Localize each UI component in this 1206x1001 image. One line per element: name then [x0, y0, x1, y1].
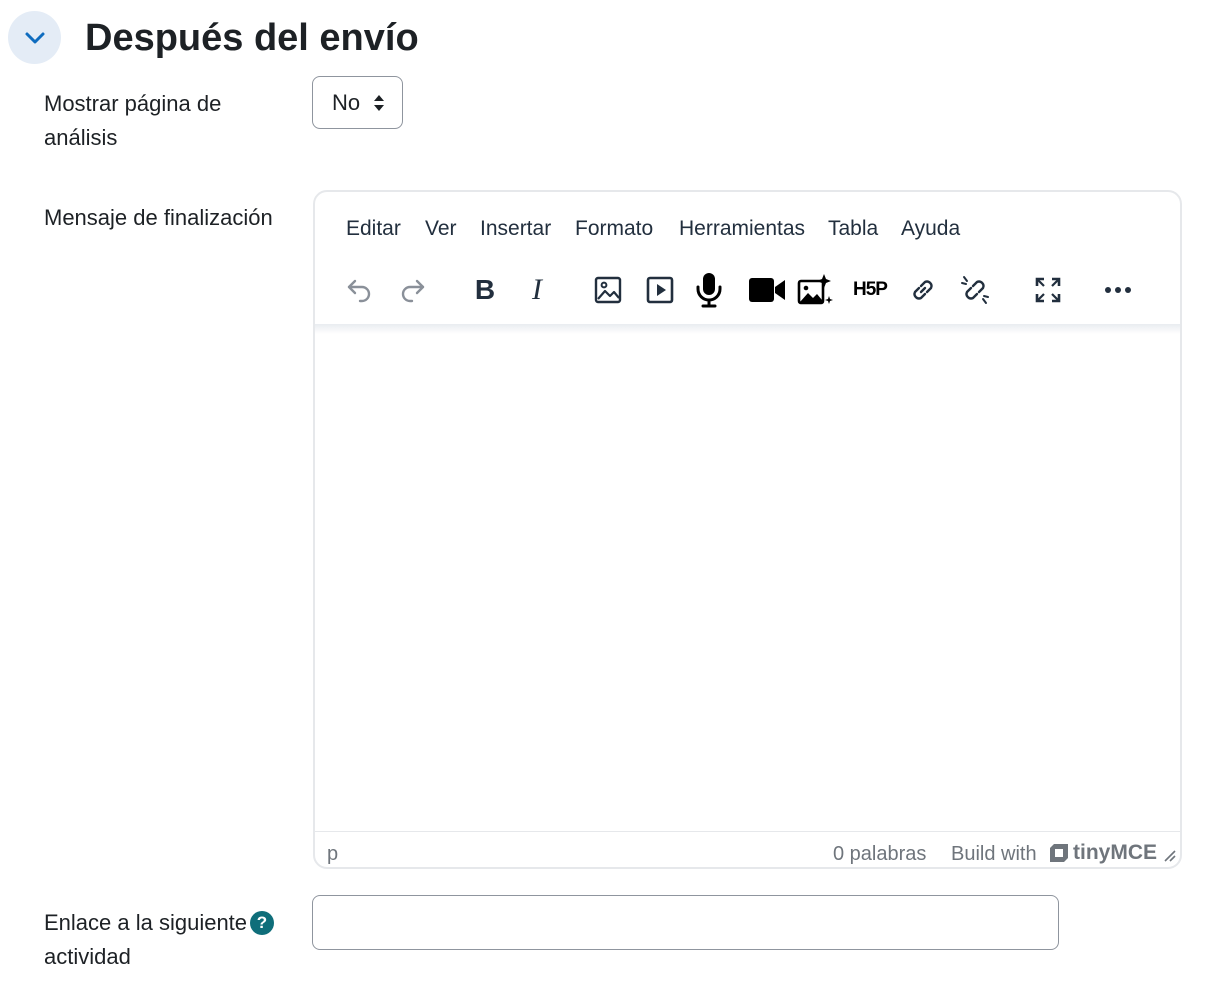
menu-tabla[interactable]: Tabla — [828, 214, 878, 244]
editor-statusbar: p 0 palabras Build with tinyMCE — [315, 831, 1180, 867]
unlink-button[interactable] — [954, 266, 996, 314]
rich-text-editor: Editar Ver Insertar Formato Herramientas… — [313, 190, 1182, 869]
section-title: Después del envío — [85, 17, 419, 59]
more-icon — [1105, 287, 1131, 293]
more-button[interactable] — [1097, 266, 1139, 314]
bold-button[interactable]: B — [464, 266, 506, 314]
tinymce-brand-link[interactable]: tinyMCE — [1049, 839, 1157, 867]
resize-handle-icon[interactable] — [1162, 848, 1176, 862]
tinymce-logo-icon — [1050, 844, 1068, 862]
analysis-page-value: No — [332, 89, 361, 115]
italic-button[interactable]: I — [516, 266, 558, 314]
insert-image-button[interactable] — [587, 266, 629, 314]
undo-icon — [347, 279, 371, 303]
next-activity-input[interactable] — [312, 895, 1059, 950]
help-icon[interactable]: ? — [250, 911, 274, 935]
insert-media-button[interactable] — [639, 266, 681, 314]
video-camera-icon — [749, 278, 785, 302]
editor-content-area[interactable] — [315, 326, 1180, 831]
analysis-page-label: Mostrar página de análisis — [44, 91, 222, 150]
select-arrows-icon — [374, 95, 384, 111]
menu-editar[interactable]: Editar — [346, 214, 401, 244]
microphone-icon — [696, 273, 722, 308]
ai-image-icon — [797, 274, 833, 305]
element-path[interactable]: p — [327, 841, 338, 867]
record-audio-button[interactable] — [688, 266, 730, 314]
tinymce-brand-text: tinyMCE — [1073, 841, 1157, 864]
redo-button[interactable] — [392, 266, 434, 314]
redo-icon — [401, 279, 425, 303]
section-collapse-button[interactable] — [8, 11, 61, 64]
menu-insertar[interactable]: Insertar — [480, 214, 551, 244]
image-icon — [594, 276, 622, 304]
editor-menubar: Editar Ver Insertar Formato Herramientas… — [315, 208, 1180, 252]
ai-image-button[interactable] — [795, 266, 837, 314]
completion-message-label: Mensaje de finalización — [44, 205, 273, 230]
bold-icon: B — [474, 274, 496, 305]
analysis-page-select[interactable]: No — [312, 76, 403, 129]
menu-herramientas[interactable]: Herramientas — [679, 214, 805, 244]
next-activity-label: Enlace a la siguiente actividad — [44, 910, 248, 969]
build-with-text: Build with — [951, 843, 1037, 865]
fullscreen-button[interactable] — [1027, 266, 1069, 314]
unlink-icon — [961, 276, 989, 304]
italic-icon: I — [532, 273, 542, 306]
media-icon — [646, 276, 674, 304]
menu-formato[interactable]: Formato — [575, 214, 653, 244]
chevron-down-icon — [25, 32, 44, 43]
link-icon — [913, 280, 933, 300]
h5p-button[interactable]: H5P — [847, 266, 893, 314]
record-video-button[interactable] — [742, 266, 792, 314]
fullscreen-icon — [1035, 277, 1061, 303]
word-count[interactable]: 0 palabras — [833, 841, 926, 867]
h5p-icon: H5P — [853, 279, 888, 300]
insert-link-button[interactable] — [902, 266, 944, 314]
menu-ayuda[interactable]: Ayuda — [901, 214, 960, 244]
menu-ver[interactable]: Ver — [425, 214, 457, 244]
undo-button[interactable] — [338, 266, 380, 314]
